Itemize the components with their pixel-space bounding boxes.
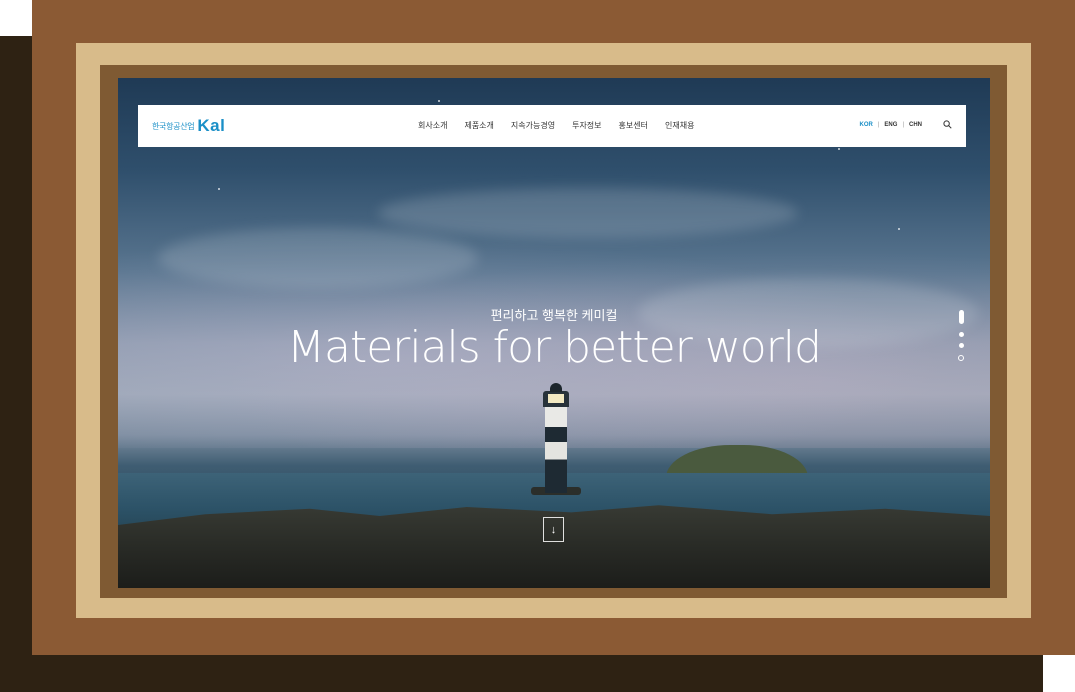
lang-eng[interactable]: ENG <box>884 122 897 128</box>
star <box>838 148 840 150</box>
site-header: 한국항공산업 Kal 회사소개 제품소개 지속가능경영 투자정보 홍보센터 인재… <box>138 105 966 147</box>
nav-item-sustainability[interactable]: 지속가능경영 <box>511 120 555 131</box>
nav-item-pr-center[interactable]: 홍보센터 <box>619 120 648 131</box>
cloud <box>378 188 798 238</box>
lang-kor[interactable]: KOR <box>860 122 873 128</box>
logo-brand-text: Kal <box>197 116 226 135</box>
main-nav: 회사소개 제품소개 지속가능경영 투자정보 홍보센터 인재채용 <box>418 120 711 131</box>
language-switcher: KOR | ENG | CHN <box>860 122 922 128</box>
star <box>898 228 900 230</box>
search-icon[interactable] <box>943 120 952 129</box>
site-logo[interactable]: 한국항공산업 Kal <box>152 116 226 135</box>
lang-separator: | <box>877 122 880 128</box>
arrow-down-icon: ↓ <box>550 523 557 536</box>
hero-title: Materials for better world <box>287 322 822 373</box>
logo-korean-text: 한국항공산업 <box>152 121 195 131</box>
lighthouse <box>531 383 581 495</box>
pager-dot-2[interactable] <box>959 332 964 337</box>
pager-dot-1[interactable] <box>959 310 964 324</box>
nav-item-careers[interactable]: 인재채용 <box>665 120 694 131</box>
lang-chn[interactable]: CHN <box>909 122 922 128</box>
slide-pager <box>958 310 966 364</box>
star <box>438 100 440 102</box>
pager-play-control[interactable] <box>958 355 964 361</box>
nav-item-company[interactable]: 회사소개 <box>418 120 447 131</box>
nav-item-investor[interactable]: 투자정보 <box>572 120 601 131</box>
nav-item-products[interactable]: 제품소개 <box>464 120 493 131</box>
cloud <box>158 228 478 288</box>
star <box>218 188 220 190</box>
pager-dot-3[interactable] <box>959 343 964 348</box>
lang-separator: | <box>902 122 904 128</box>
scroll-down-button[interactable]: ↓ <box>543 517 564 542</box>
